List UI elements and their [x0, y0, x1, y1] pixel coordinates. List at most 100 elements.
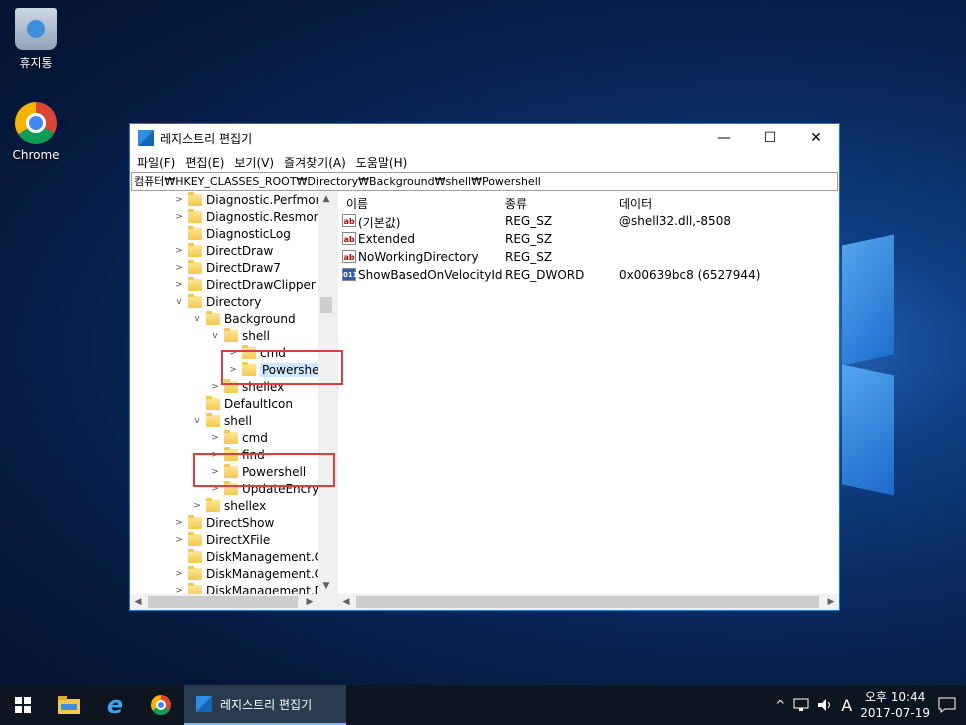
tree-horizontal-scrollbar[interactable]: ◀ ▶	[130, 594, 334, 610]
tree-item[interactable]: > Diagnostic.Perfmon.D	[174, 191, 337, 208]
folder-icon	[188, 531, 202, 546]
expand-chevron-icon[interactable]: >	[174, 246, 184, 256]
value-row[interactable]: 011 ShowBasedOnVelocityId REG_DWORD 0x00639…	[342, 267, 839, 285]
show-hidden-icons-icon[interactable]: ^	[775, 698, 785, 712]
recycle-bin-icon	[15, 8, 57, 50]
collapse-chevron-icon[interactable]: v	[192, 416, 202, 426]
internet-explorer-taskbar-button[interactable]: e	[92, 685, 138, 725]
collapse-chevron-icon[interactable]: v	[192, 314, 202, 324]
action-center-icon[interactable]	[938, 697, 956, 713]
values-horizontal-scrollbar[interactable]: ◀ ▶	[338, 594, 839, 610]
tree-item[interactable]: > Diagnostic.Resmon.C	[174, 208, 333, 225]
column-header-data[interactable]: 데이터	[619, 195, 652, 212]
chrome-desktop-icon[interactable]: Chrome	[4, 102, 68, 162]
tree-item[interactable]: DiskManagement.Cor	[174, 548, 336, 565]
expand-chevron-icon[interactable]: >	[210, 433, 220, 443]
tree-item[interactable]: > DirectDraw	[174, 242, 273, 259]
expand-chevron-icon[interactable]: >	[210, 382, 220, 392]
folder-icon	[188, 276, 202, 291]
tree-item[interactable]: > DirectDrawClipper	[174, 276, 316, 293]
tree-hscroll-thumb[interactable]	[148, 596, 298, 608]
tree-item-label: DirectDraw	[206, 243, 274, 258]
tree-item[interactable]: DiagnosticLog	[174, 225, 291, 242]
column-header-type[interactable]: 종류	[505, 195, 527, 212]
tree-item-label: Directory	[206, 294, 262, 309]
tree-item[interactable]: > DiskManagement.Cor	[174, 565, 334, 582]
address-bar[interactable]: 컴퓨터₩HKEY_CLASSES_ROOT₩Directory₩Backgrou…	[131, 172, 838, 191]
regedit-icon	[196, 696, 212, 712]
file-explorer-taskbar-button[interactable]	[46, 685, 92, 725]
maximize-button[interactable]: ☐	[747, 124, 793, 152]
start-button[interactable]	[0, 685, 46, 725]
tree-scroll-thumb[interactable]	[320, 297, 332, 313]
scroll-up-icon[interactable]: ▲	[318, 191, 334, 207]
menu-file[interactable]: 파일(F)	[132, 154, 180, 171]
folder-icon	[206, 412, 220, 427]
tree-item[interactable]: v shell	[210, 327, 270, 344]
chrome-taskbar-button[interactable]	[138, 685, 184, 725]
binary-value-icon: 011	[342, 268, 358, 281]
clock[interactable]: 오후 10:44 2017-07-19	[860, 689, 930, 721]
scroll-left-icon[interactable]: ◀	[338, 594, 354, 610]
tree-item[interactable]: v shell	[192, 412, 252, 429]
value-type: REG_SZ	[505, 250, 553, 264]
values-pane: 이름 종류 데이터 ab (기본값) REG_SZ @shell32.dll,-850…	[338, 191, 839, 610]
tree-item[interactable]: > DirectXFile	[174, 531, 270, 548]
annotation-highlight	[221, 350, 343, 385]
expand-chevron-icon[interactable]: >	[174, 195, 184, 205]
column-header-name[interactable]: 이름	[346, 195, 368, 212]
scroll-left-icon[interactable]: ◀	[130, 594, 146, 610]
expand-chevron-icon[interactable]: >	[174, 212, 184, 222]
tree-item-label: DirectDrawClipper	[206, 277, 316, 292]
tree-item[interactable]: > cmd	[210, 429, 268, 446]
menu-edit[interactable]: 편집(E)	[180, 154, 229, 171]
tree-item[interactable]: > DirectDraw7	[174, 259, 281, 276]
tree-item-label: Background	[224, 311, 296, 326]
expand-chevron-icon[interactable]: >	[192, 501, 202, 511]
menu-help[interactable]: 도움말(H)	[351, 154, 413, 171]
collapse-chevron-icon[interactable]: v	[174, 297, 184, 307]
value-row[interactable]: ab NoWorkingDirectory REG_SZ	[342, 249, 839, 267]
collapse-chevron-icon[interactable]: v	[210, 331, 220, 341]
tree-item-label: cmd	[242, 430, 268, 445]
tree-item[interactable]: > shellex	[192, 497, 266, 514]
expand-chevron-icon[interactable]: >	[174, 535, 184, 545]
volume-icon[interactable]	[817, 698, 833, 712]
scroll-right-icon[interactable]: ▶	[823, 594, 839, 610]
tree-item-label: Diagnostic.Perfmon.D	[206, 192, 337, 207]
tree-item[interactable]: v Background	[192, 310, 296, 327]
ime-indicator[interactable]: A	[841, 696, 852, 715]
tree-item[interactable]: DefaultIcon	[192, 395, 293, 412]
folder-icon	[188, 259, 202, 274]
value-row[interactable]: ab (기본값) REG_SZ @shell32.dll,-8508	[342, 213, 839, 231]
tree-item[interactable]: v Directory	[174, 293, 261, 310]
menu-favorites[interactable]: 즐겨찾기(A)	[279, 154, 351, 171]
values-hscroll-thumb[interactable]	[356, 596, 819, 608]
title-bar[interactable]: 레지스트리 편집기 — ☐ ✕	[130, 124, 839, 152]
tree-vertical-scrollbar[interactable]: ▲ ▼	[318, 191, 334, 594]
tree-item-label: DefaultIcon	[224, 396, 293, 411]
wallpaper-beam	[842, 234, 894, 366]
expand-chevron-icon[interactable]: >	[174, 569, 184, 579]
recycle-bin-desktop-icon[interactable]: 휴지통	[4, 8, 68, 71]
close-button[interactable]: ✕	[793, 124, 839, 152]
tree-item-label: shellex	[224, 498, 267, 513]
chrome-icon	[15, 102, 57, 144]
value-data: @shell32.dll,-8508	[619, 214, 731, 228]
regedit-taskbar-button[interactable]: 레지스트리 편집기	[184, 685, 346, 725]
network-icon[interactable]	[793, 698, 809, 712]
panes: > DiskManagement.Dat > DiskManagement.Cor Di…	[130, 191, 839, 610]
tree-item-label: DiskManagement.Cor	[206, 549, 336, 564]
scroll-down-icon[interactable]: ▼	[318, 578, 334, 594]
menu-view[interactable]: 보기(V)	[229, 154, 279, 171]
expand-chevron-icon[interactable]: >	[174, 263, 184, 273]
expand-chevron-icon[interactable]: >	[174, 280, 184, 290]
minimize-button[interactable]: —	[701, 124, 747, 152]
value-name: NoWorkingDirectory	[358, 250, 479, 264]
folder-icon	[188, 208, 202, 223]
string-value-icon: ab	[342, 214, 356, 227]
expand-chevron-icon[interactable]: >	[174, 518, 184, 528]
tree-item[interactable]: > DirectShow	[174, 514, 274, 531]
scroll-right-icon[interactable]: ▶	[302, 594, 318, 610]
value-row[interactable]: ab Extended REG_SZ	[342, 231, 839, 249]
